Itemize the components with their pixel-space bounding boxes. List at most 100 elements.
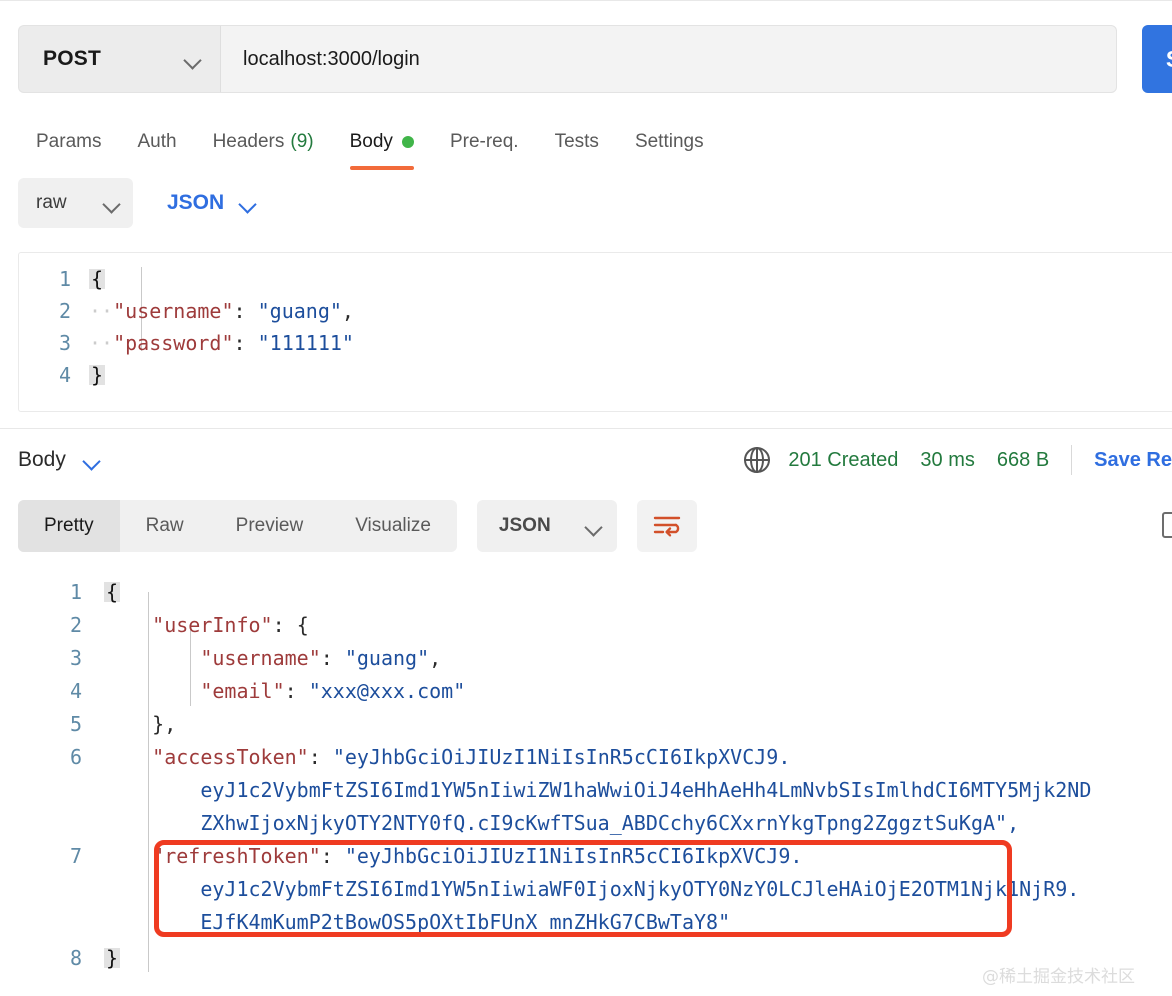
tab-prereq-label: Pre-req. [449, 131, 519, 152]
json-separator: : [284, 679, 309, 703]
json-key: "password" [113, 331, 234, 355]
tab-preview[interactable]: Preview [210, 500, 330, 552]
line-number: 3 [58, 331, 71, 355]
json-value-cont: eyJ1c2VybmFtZSI6Imd1YW5nIiwiZW1haWwiOiJ4… [200, 778, 1092, 802]
active-tab-underline [349, 166, 414, 170]
fold-marker-close[interactable]: } [104, 948, 121, 968]
request-tab-bar: Params Auth Headers (9) Body Pre-req. Te… [28, 120, 722, 170]
response-code-line: 6 "accessToken": "eyJhbGciOiJIUzI1NiIsIn… [18, 741, 790, 774]
tab-tests[interactable]: Tests [537, 120, 617, 164]
json-separator: : [272, 613, 297, 637]
tab-visualize[interactable]: Visualize [329, 500, 457, 552]
tab-body-label: Body [349, 131, 393, 152]
response-view-toolbar: Pretty Raw Preview Visualize JSON [18, 500, 697, 552]
json-key: "username" [200, 646, 321, 670]
body-type-row: raw JSON [18, 178, 263, 228]
json-value: "eyJhbGciOiJIUzI1NiIsInR5cCI6IkpXVCJ9. [344, 844, 803, 868]
body-format-selector[interactable]: JSON [159, 191, 263, 215]
fold-marker-open[interactable]: { [89, 269, 106, 289]
line-number: 6 [69, 745, 82, 769]
line-number: 1 [69, 580, 82, 604]
wrap-lines-button[interactable] [636, 500, 697, 552]
tab-pretty[interactable]: Pretty [18, 500, 120, 552]
tab-headers-label: Headers [212, 131, 285, 152]
line-number: 4 [69, 679, 82, 703]
request-code-line: 2 ··"username": "guang", [19, 295, 354, 327]
save-response-button[interactable]: Save Re [1094, 449, 1172, 472]
response-body-viewer[interactable]: 1 { 2 "userInfo": { 3 "username": "guang… [18, 570, 1172, 996]
json-separator: : [233, 331, 258, 355]
response-code-line-wrap: eyJ1c2VybmFtZSI6Imd1YW5nIiwiZW1haWwiOiJ4… [18, 774, 1091, 807]
response-code-line: 2 "userInfo": { [18, 609, 309, 642]
tab-prereq[interactable]: Pre-req. [432, 120, 537, 164]
top-divider [0, 0, 1172, 1]
copy-icon[interactable] [1162, 512, 1172, 538]
response-code-line: 3 "username": "guang", [18, 642, 441, 675]
request-url-bar: POST localhost:3000/login [18, 25, 1117, 93]
response-code-line: 5 }, [18, 708, 176, 741]
http-method-label: POST [43, 47, 101, 70]
json-value-cont: ZXhwIjoxNjkyOTY2NTY0fQ.cI9cKwfTSua_ABDCc… [200, 811, 1020, 835]
chevron-down-icon[interactable] [84, 453, 99, 468]
body-mode-selector[interactable]: raw [18, 178, 133, 228]
request-url-value: localhost:3000/login [243, 47, 420, 70]
json-separator: : [320, 646, 345, 670]
chevron-down-icon [104, 196, 119, 211]
tab-auth-label: Auth [137, 131, 177, 152]
line-number: 4 [58, 363, 71, 387]
fold-marker-open[interactable]: { [104, 582, 121, 602]
json-value-cont: eyJ1c2VybmFtZSI6Imd1YW5nIiwiaWF0IjoxNjky… [200, 877, 1080, 901]
json-brace: { [296, 613, 309, 637]
chevron-down-icon [240, 196, 255, 211]
json-key: "accessToken" [152, 745, 309, 769]
line-number: 3 [69, 646, 82, 670]
json-key: "username" [113, 299, 234, 323]
indent-dots: ·· [89, 331, 114, 355]
tab-headers[interactable]: Headers (9) [195, 120, 332, 164]
body-mode-label: raw [36, 192, 67, 213]
tab-raw[interactable]: Raw [120, 500, 210, 552]
status-code-badge: 201 Created [788, 448, 899, 471]
api-client-window: POST localhost:3000/login Send Params Au… [0, 0, 1172, 996]
json-separator: : [320, 844, 345, 868]
response-format-selector[interactable]: JSON [476, 500, 617, 552]
tab-tests-label: Tests [554, 131, 599, 152]
json-key: "userInfo" [152, 613, 273, 637]
chevron-down-icon [185, 52, 200, 67]
response-section-header[interactable]: Body [18, 440, 99, 480]
response-code-line-wrap: EJfK4mKumP2tBowOS5pOXtIbFUnX_mnZHkG7CBwT… [18, 906, 730, 939]
tab-auth[interactable]: Auth [119, 120, 194, 164]
response-body-label: Body [18, 448, 66, 471]
watermark: @稀土掘金技术社区 [982, 967, 1135, 987]
response-code-line: 4 "email": "xxx@xxx.com" [18, 675, 465, 708]
response-format-label: JSON [498, 515, 551, 536]
response-view-tabs: Pretty Raw Preview Visualize [18, 500, 457, 552]
request-url-input[interactable]: localhost:3000/login [220, 25, 1117, 93]
line-number: 5 [69, 712, 82, 736]
tab-body[interactable]: Body [332, 120, 432, 170]
tab-params[interactable]: Params [28, 120, 119, 164]
line-number: 8 [69, 946, 82, 970]
http-method-selector[interactable]: POST [18, 25, 220, 93]
indent-dots: ·· [89, 299, 114, 323]
request-code-line: 1 { [19, 263, 106, 295]
response-time: 30 ms [920, 448, 975, 471]
tab-settings[interactable]: Settings [617, 120, 722, 164]
tab-headers-count: (9) [290, 131, 314, 152]
fold-marker-close[interactable]: } [89, 365, 106, 385]
tab-params-label: Params [36, 131, 102, 152]
json-value: "eyJhbGciOiJIUzI1NiIsInR5cCI6IkpXVCJ9. [332, 745, 791, 769]
json-key: "email" [200, 679, 285, 703]
request-code-line: 4 } [19, 359, 106, 391]
request-body-editor[interactable]: 1 { 2 ··"username": "guang", 3 ··"passwo… [18, 252, 1172, 412]
line-number: 2 [58, 299, 71, 323]
response-code-line-wrap: ZXhwIjoxNjkyOTY2NTY0fQ.cI9cKwfTSua_ABDCc… [18, 807, 1019, 840]
chevron-down-icon [586, 519, 601, 534]
send-button[interactable]: Send [1142, 25, 1172, 93]
line-number: 1 [58, 267, 71, 291]
